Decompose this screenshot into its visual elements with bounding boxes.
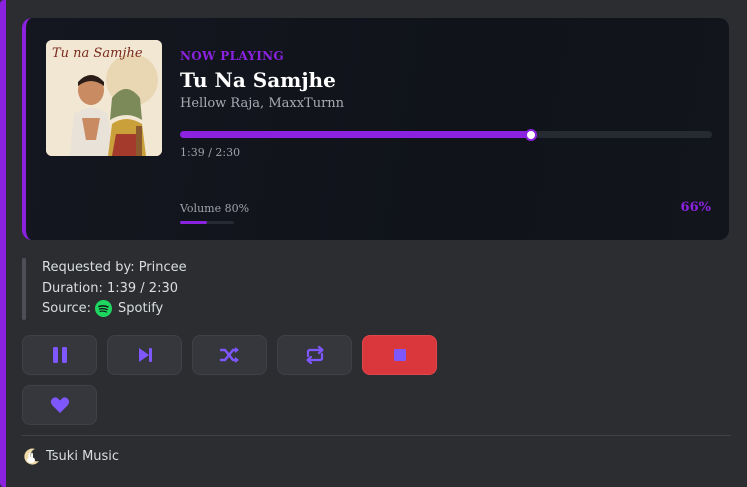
bot-name: Tsuki Music bbox=[46, 448, 120, 464]
music-embed: Tu na Samjhe NOW PLAYING Tu Na Samjhe He… bbox=[0, 0, 747, 487]
now-playing-card: Tu na Samjhe NOW PLAYING Tu Na Samjhe He… bbox=[22, 18, 729, 240]
playback-time: 1:39 / 2:30 bbox=[180, 146, 241, 159]
info-quote-bar bbox=[22, 258, 26, 320]
progress-bar[interactable] bbox=[180, 129, 712, 141]
volume-bar bbox=[180, 221, 234, 224]
favorite-button[interactable] bbox=[22, 385, 97, 425]
moon-rabbit-icon bbox=[24, 448, 39, 465]
repeat-icon bbox=[305, 345, 324, 365]
source-name: Spotify bbox=[118, 301, 164, 316]
shuffle-icon bbox=[219, 347, 239, 363]
track-title: Tu Na Samjhe bbox=[180, 68, 336, 92]
progress-percent: 66% bbox=[680, 200, 711, 215]
requested-by: Requested by: Princee bbox=[42, 260, 187, 275]
embed-accent-bar bbox=[0, 0, 6, 487]
repeat-button[interactable] bbox=[277, 335, 352, 375]
album-cover-title: Tu na Samjhe bbox=[52, 46, 143, 61]
volume-fill bbox=[180, 221, 207, 224]
heart-icon bbox=[50, 397, 69, 413]
spotify-icon bbox=[95, 300, 113, 317]
progress-knob[interactable] bbox=[525, 129, 538, 141]
footer-divider bbox=[22, 435, 731, 436]
source: Source: Spotify bbox=[42, 300, 163, 317]
track-artist: Hellow Raja, MaxxTurnn bbox=[180, 96, 345, 111]
shuffle-button[interactable] bbox=[192, 335, 267, 375]
skip-next-icon bbox=[138, 348, 152, 362]
duration: Duration: 1:39 / 2:30 bbox=[42, 281, 178, 296]
volume-label: Volume 80% bbox=[180, 202, 250, 215]
now-playing-label: NOW PLAYING bbox=[180, 49, 284, 63]
pause-icon bbox=[52, 347, 67, 363]
stop-button[interactable] bbox=[362, 335, 437, 375]
source-prefix: Source: bbox=[42, 301, 92, 316]
duration-text: Duration: 1:39 / 2:30 bbox=[42, 281, 179, 296]
skip-button[interactable] bbox=[107, 335, 182, 375]
pause-button[interactable] bbox=[22, 335, 97, 375]
album-cover: Tu na Samjhe bbox=[46, 40, 162, 156]
progress-fill bbox=[180, 131, 532, 138]
embed-footer: Tsuki Music bbox=[22, 446, 119, 466]
stop-icon bbox=[393, 349, 406, 361]
requested-by-text: Requested by: Princee bbox=[42, 260, 187, 275]
